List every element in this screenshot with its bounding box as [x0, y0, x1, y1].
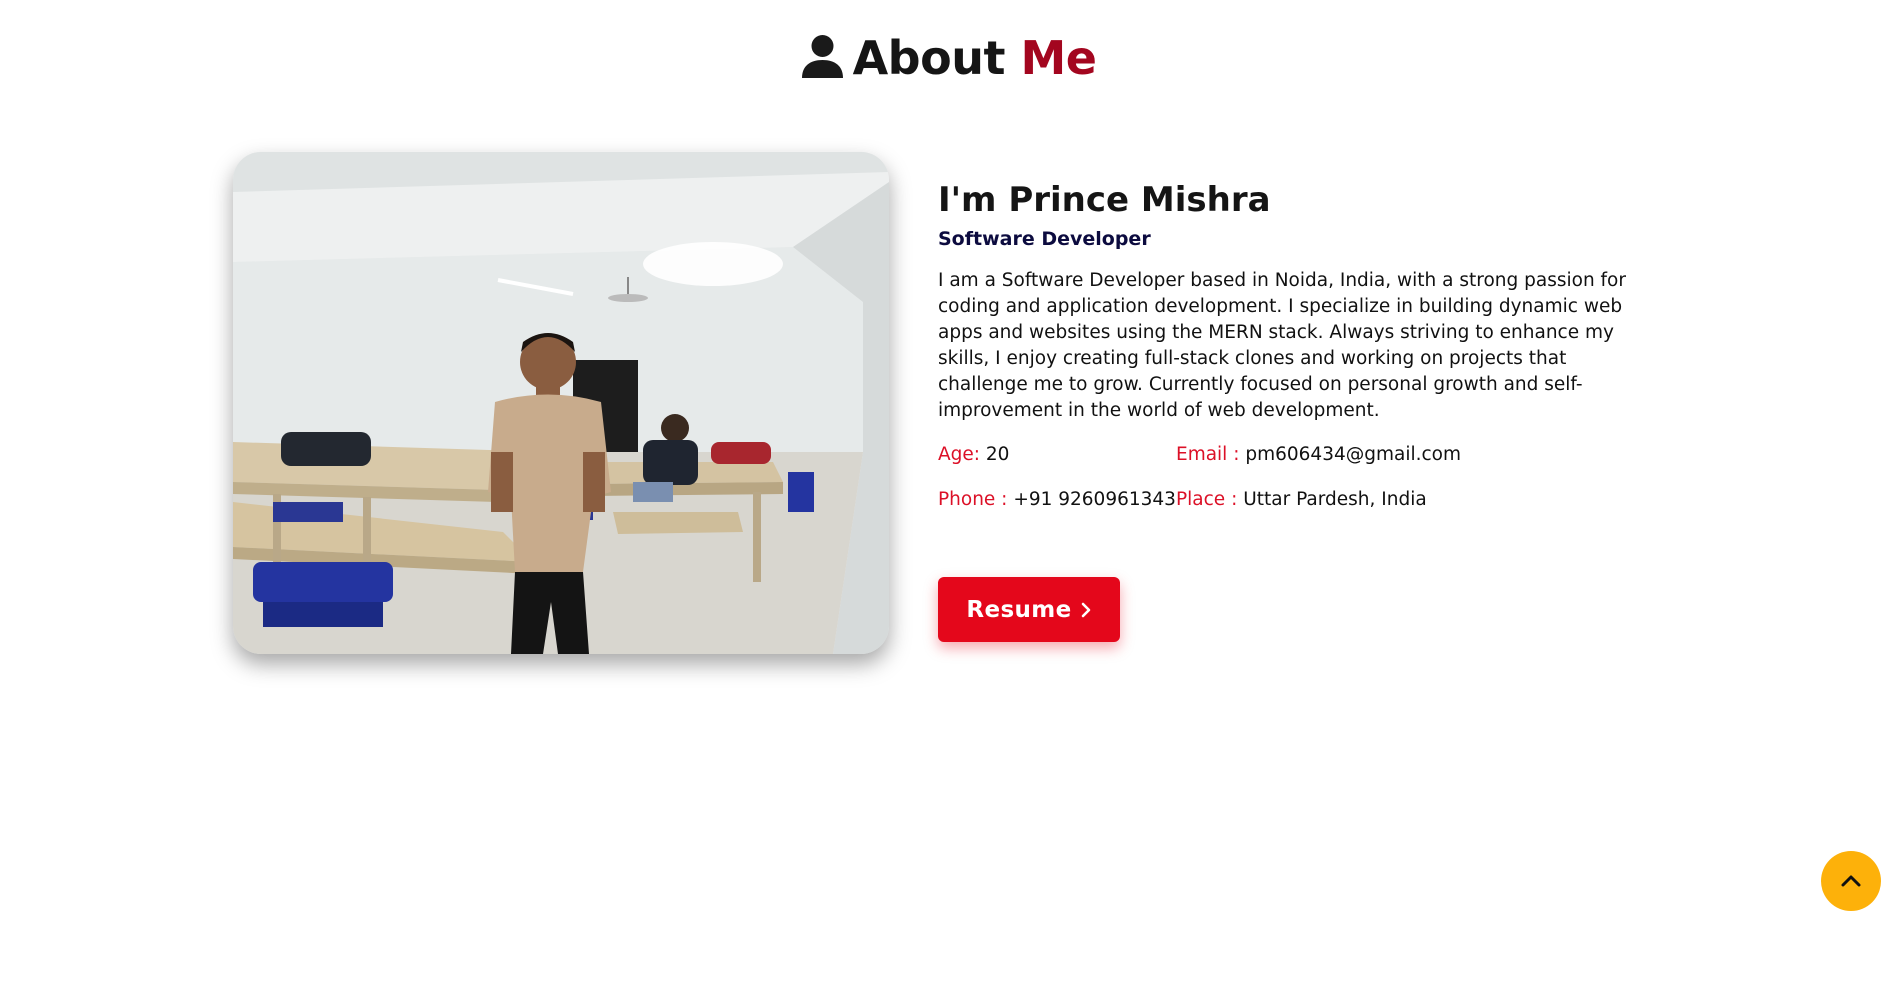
section-title: About Me	[0, 28, 1896, 88]
phone-info: Phone : +91 9260961343	[938, 487, 1176, 513]
chevron-right-icon	[1081, 602, 1090, 617]
place-label: Place :	[1176, 489, 1238, 510]
profile-bio: I am a Software Developer based in Noida…	[938, 270, 1626, 421]
age-info: Age: 20	[938, 442, 1176, 468]
age-value: 20	[985, 444, 1010, 465]
profile-name: I'm Prince Mishra	[938, 180, 1271, 220]
place-value: Uttar Pardesh, India	[1243, 489, 1427, 510]
resume-label: Resume	[966, 596, 1072, 623]
profile-photo-illustration	[233, 152, 889, 654]
profile-details: I'm Prince Mishra Software Developer I a…	[938, 178, 1658, 513]
profile-role: Software Developer	[938, 228, 1151, 250]
email-info: Email : pm606434@gmail.com	[1176, 442, 1658, 468]
email-label: Email :	[1176, 444, 1240, 465]
place-info: Place : Uttar Pardesh, India	[1176, 487, 1658, 513]
scroll-to-top-button[interactable]	[1821, 851, 1881, 911]
chevron-up-icon	[1841, 875, 1861, 887]
personal-info: Age: 20 Email : pm606434@gmail.com Phone…	[938, 442, 1658, 513]
user-icon	[800, 34, 845, 80]
title-me: Me	[1020, 31, 1097, 85]
phone-value[interactable]: +91 9260961343	[1013, 489, 1176, 510]
age-label: Age:	[938, 444, 981, 465]
title-about: About	[852, 31, 1006, 85]
email-value[interactable]: pm606434@gmail.com	[1245, 444, 1461, 465]
profile-photo	[233, 152, 889, 654]
phone-label: Phone :	[938, 489, 1008, 510]
resume-button[interactable]: Resume	[938, 577, 1120, 642]
